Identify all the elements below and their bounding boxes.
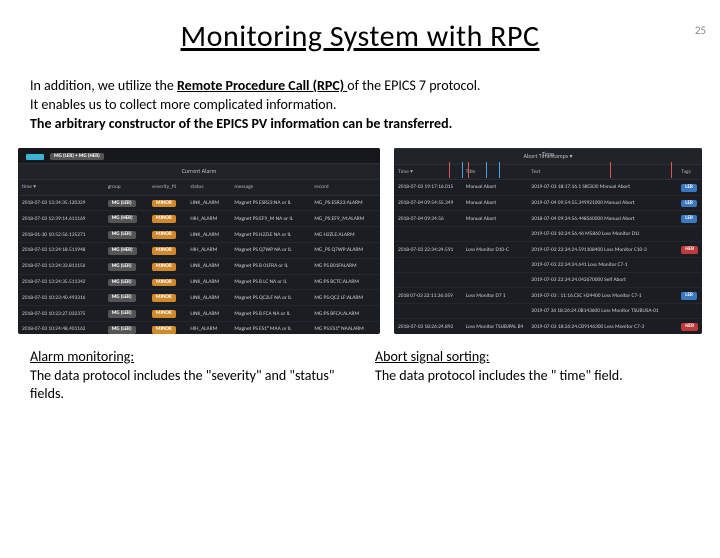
col-tags: Tags (677, 165, 702, 180)
col-message: message (230, 180, 310, 195)
table-row: 2018-07-03 13:34:35.120329MG (LER)MINORL… (18, 195, 380, 211)
alarm-panel-header: MG (LER) + MG (HER) (18, 148, 380, 165)
table-row: 2018 07-03 22:11:36.059Loss Monitor D7 1… (394, 288, 702, 304)
caption-left: Alarm monitoring: The data protocol incl… (30, 348, 345, 405)
table-row: 2018-07-03 18:26:24.892Loss Monitor TSUB… (394, 319, 702, 334)
intro-line1-pre: In addition, we utilize the (30, 77, 177, 94)
caption-right-body: The data protocol includes the " time" f… (375, 367, 623, 384)
intro-line1-post: of the EPICS 7 protocol. (347, 77, 480, 94)
caption-left-body: The data protocol includes the "severity… (30, 367, 335, 403)
timeline-title: Time (542, 150, 554, 159)
table-row: 2018-07-03 19:17:16.015Manual Abort2019-… (394, 179, 702, 195)
slide-title: Monitoring System with RPC (0, 18, 720, 55)
abort-panel: Time 19:00 20:00 04:00 12:30 Abort Times… (394, 148, 702, 334)
intro-rpc-underline: Remote Procedure Call (RPC) (177, 77, 347, 94)
brand-icon (26, 154, 44, 160)
caption-left-title: Alarm monitoring: (30, 348, 134, 365)
col-severity: severity_fil (148, 180, 186, 195)
table-row: 2019-07 36 18:26:24.0B143600 Loss Monito… (394, 304, 702, 319)
col-text: Text (527, 165, 677, 180)
table-row: 2018-07-03 13:24:18.511948MG (HER)MINORH… (18, 242, 380, 258)
abort-table-header-row: Time ▾ Title Text Tags (394, 165, 702, 180)
intro-paragraph: In addition, we utilize the Remote Proce… (0, 77, 720, 134)
table-row: 2018-07-03 13:24:35.511342MG (LER)MINORL… (18, 274, 380, 290)
col-time: Time ▾ (394, 165, 462, 180)
abort-timeline: Time 19:00 20:00 04:00 12:30 (394, 148, 702, 149)
col-title: Title (462, 165, 528, 180)
screenshot-panels: MG (LER) + MG (HER) Current Alarm time ▾… (0, 148, 720, 334)
table-row: 2018-07-03 12:39:14.611169MG (HER)MINORH… (18, 211, 380, 227)
caption-right-title: Abort signal sorting: (375, 348, 490, 365)
col-time: time ▾ (18, 180, 104, 195)
alarm-table: time ▾ group severity_fil status message… (18, 180, 380, 333)
table-row: 2018-07-03 13:24:33.811156MG (LER)MINORL… (18, 258, 380, 274)
col-group: group (104, 180, 148, 195)
abort-table: Time ▾ Title Text Tags 2018-07-03 19:17:… (394, 165, 702, 334)
alarm-section-title: Current Alarm (18, 164, 380, 180)
alarm-panel: MG (LER) + MG (HER) Current Alarm time ▾… (18, 148, 380, 334)
table-row: 2019-07-03 10:24:56.46 M5860 Loss Monito… (394, 227, 702, 242)
table-row: 2018-07-03 10:23:40.493316MG (LER)MINORL… (18, 290, 380, 306)
page-number: 25 (695, 24, 706, 37)
table-row: 2019-07-03 22:34:24.042670000 Self Abort (394, 273, 702, 288)
table-row: 2018-07-04 09:54:55.349Manual Abort2019-… (394, 195, 702, 211)
table-row: 2018-07-03 22:34:24.591Loss Monitor D10-… (394, 242, 702, 258)
col-status: status (186, 180, 230, 195)
intro-line2: It enables us to collect more complicate… (30, 96, 337, 113)
alarm-table-header-row: time ▾ group severity_fil status message… (18, 180, 380, 195)
caption-right: Abort signal sorting: The data protocol … (375, 348, 690, 405)
table-row: 2018-07-03 10:23:27.032375MG (LER)MINORL… (18, 306, 380, 322)
table-row: 2019-07-03 22:34:24.641 Loss Monitor C7-… (394, 258, 702, 273)
col-record: record (310, 180, 380, 195)
table-row: 2018-07-03 10:24:48.401162MG (LER)MINORH… (18, 321, 380, 333)
captions-row: Alarm monitoring: The data protocol incl… (0, 348, 720, 405)
intro-line3-bold: The arbitrary constructor of the EPICS P… (30, 115, 452, 132)
table-row: 2018-07-04 09:34:56Manual Abort2018-07-0… (394, 211, 702, 227)
alarm-header-badge: MG (LER) + MG (HER) (50, 153, 104, 161)
table-row: 2018-01-30 10:52:56.135271MG (LER)MINORL… (18, 227, 380, 243)
